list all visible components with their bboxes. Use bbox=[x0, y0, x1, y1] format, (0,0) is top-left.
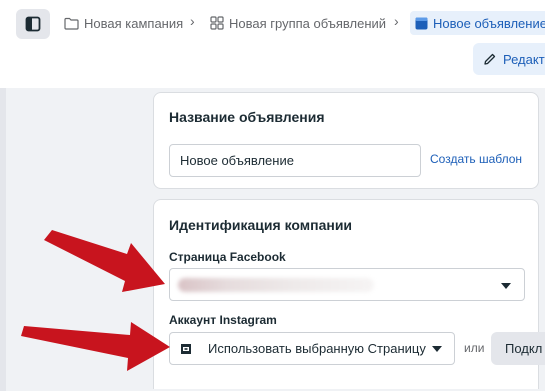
sidebar-toggle-icon bbox=[25, 16, 41, 32]
panel-toggle-button[interactable] bbox=[16, 9, 50, 39]
create-template-link[interactable]: Создать шаблон bbox=[430, 152, 522, 166]
facebook-page-label: Страница Facebook bbox=[169, 250, 286, 264]
flag-icon bbox=[179, 342, 193, 356]
breadcrumb-ad-label: Новое объявление bbox=[433, 15, 545, 31]
identity-card: Идентификация компании Страница Facebook… bbox=[153, 199, 545, 389]
facebook-page-select[interactable] bbox=[169, 268, 525, 301]
ad-name-title: Название объявления bbox=[169, 109, 325, 125]
breadcrumb-campaign[interactable]: Новая кампания bbox=[64, 12, 183, 34]
ad-name-value: Новое объявление bbox=[180, 153, 294, 168]
chevron-down-icon bbox=[501, 283, 511, 289]
grid-icon bbox=[210, 16, 224, 30]
breadcrumb-ad-set-label: Новая группа объявлений bbox=[229, 15, 387, 31]
breadcrumb-ad[interactable]: Новое объявление bbox=[410, 11, 545, 35]
pencil-icon bbox=[484, 53, 496, 65]
or-text: или bbox=[464, 341, 485, 355]
connect-button-label: Подкл bbox=[505, 341, 543, 356]
edit-button-label: Редакт bbox=[503, 51, 545, 67]
breadcrumb-campaign-label: Новая кампания bbox=[84, 15, 184, 31]
arrow-to-facebook-page-icon bbox=[44, 230, 165, 292]
ad-name-input[interactable]: Новое объявление bbox=[169, 144, 421, 177]
ad-icon bbox=[415, 17, 428, 30]
identity-title: Идентификация компании bbox=[169, 217, 353, 233]
breadcrumb-separator-icon: › bbox=[394, 13, 399, 29]
breadcrumb-separator-icon: › bbox=[190, 13, 195, 29]
instagram-account-value: Использовать выбранную Страницу bbox=[208, 341, 426, 356]
instagram-account-label: Аккаунт Instagram bbox=[169, 313, 277, 327]
arrow-to-instagram-account-icon bbox=[21, 322, 170, 371]
breadcrumb-ad-set[interactable]: Новая группа объявлений bbox=[210, 12, 386, 34]
left-strip bbox=[0, 88, 6, 391]
connect-instagram-button[interactable]: Подкл bbox=[491, 332, 545, 365]
blurred-page-name bbox=[178, 278, 374, 292]
instagram-account-select[interactable]: Использовать выбранную Страницу bbox=[169, 332, 455, 365]
chevron-down-icon bbox=[432, 346, 442, 352]
folder-icon bbox=[64, 17, 79, 30]
edit-button[interactable]: Редакт bbox=[473, 43, 545, 75]
ad-name-card: Название объявления Новое объявление Соз… bbox=[153, 92, 539, 189]
